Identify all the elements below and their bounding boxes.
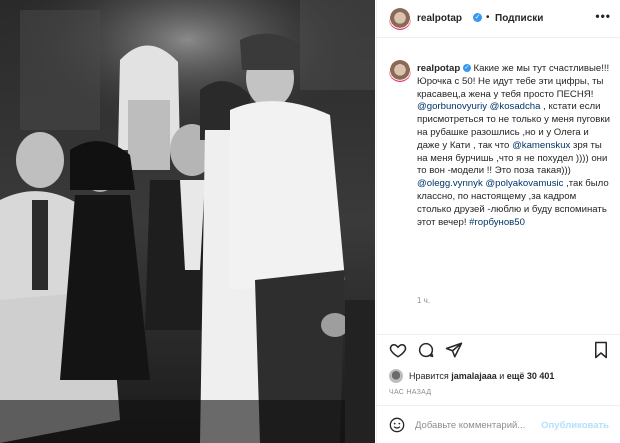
liker-username[interactable]: jamalajaaa	[451, 371, 497, 381]
bookmark-icon[interactable]	[593, 341, 609, 359]
black-and-white-group-photo	[0, 0, 375, 443]
caption-time[interactable]: 1 ч.	[417, 296, 430, 305]
likes-count[interactable]: ещё 30 401	[507, 371, 555, 381]
author-username[interactable]: realpotap	[417, 13, 462, 24]
likes-middle: и	[496, 371, 507, 381]
mention-link[interactable]: @gorbunovyuriy	[417, 101, 487, 112]
header-separator: •	[486, 12, 490, 23]
action-bar	[377, 334, 620, 364]
heart-icon[interactable]	[389, 341, 407, 359]
following-button[interactable]: Подписки	[495, 13, 543, 24]
mention-link[interactable]: @kosadcha	[490, 101, 541, 112]
smiley-icon[interactable]	[389, 417, 405, 433]
post-photo[interactable]	[0, 0, 375, 443]
comment-input[interactable]	[413, 415, 557, 435]
likes-row: Нравится jamalajaaa и ещё 30 401	[389, 369, 620, 383]
post-sidebar: realpotap ✓ • Подписки ••• realpotap ✓ К…	[376, 0, 620, 443]
post-header: realpotap ✓ • Подписки •••	[377, 0, 620, 38]
likes-prefix: Нравится	[409, 371, 452, 381]
verified-badge-icon: ✓	[473, 13, 482, 22]
caption-avatar[interactable]	[389, 60, 411, 82]
share-icon[interactable]	[445, 341, 463, 359]
posted-time[interactable]: ЧАС НАЗАД	[389, 389, 431, 396]
hashtag-link[interactable]: #горбунов50	[469, 217, 525, 228]
caption-text: realpotap ✓ Какие же мы тут счастливые!!…	[417, 63, 613, 229]
liker-avatar[interactable]	[389, 369, 403, 383]
comment-box: Опубликовать	[377, 405, 620, 443]
instagram-post: realpotap ✓ • Подписки ••• realpotap ✓ К…	[0, 0, 620, 443]
mention-link[interactable]: @olegg.vynnyk	[417, 178, 483, 189]
caption-username[interactable]: realpotap	[417, 63, 460, 74]
comment-icon[interactable]	[417, 341, 435, 359]
author-avatar[interactable]	[389, 8, 411, 30]
mention-link[interactable]: @polyakovamusic	[485, 178, 563, 189]
mention-link[interactable]: @kamenskux	[512, 140, 570, 151]
more-options-icon[interactable]: •••	[595, 9, 611, 23]
caption-area: realpotap ✓ Какие же мы тут счастливые!!…	[377, 38, 620, 338]
publish-button[interactable]: Опубликовать	[541, 420, 609, 431]
verified-badge-icon: ✓	[462, 64, 471, 73]
likes-text: Нравится jamalajaaa и ещё 30 401	[409, 371, 554, 381]
